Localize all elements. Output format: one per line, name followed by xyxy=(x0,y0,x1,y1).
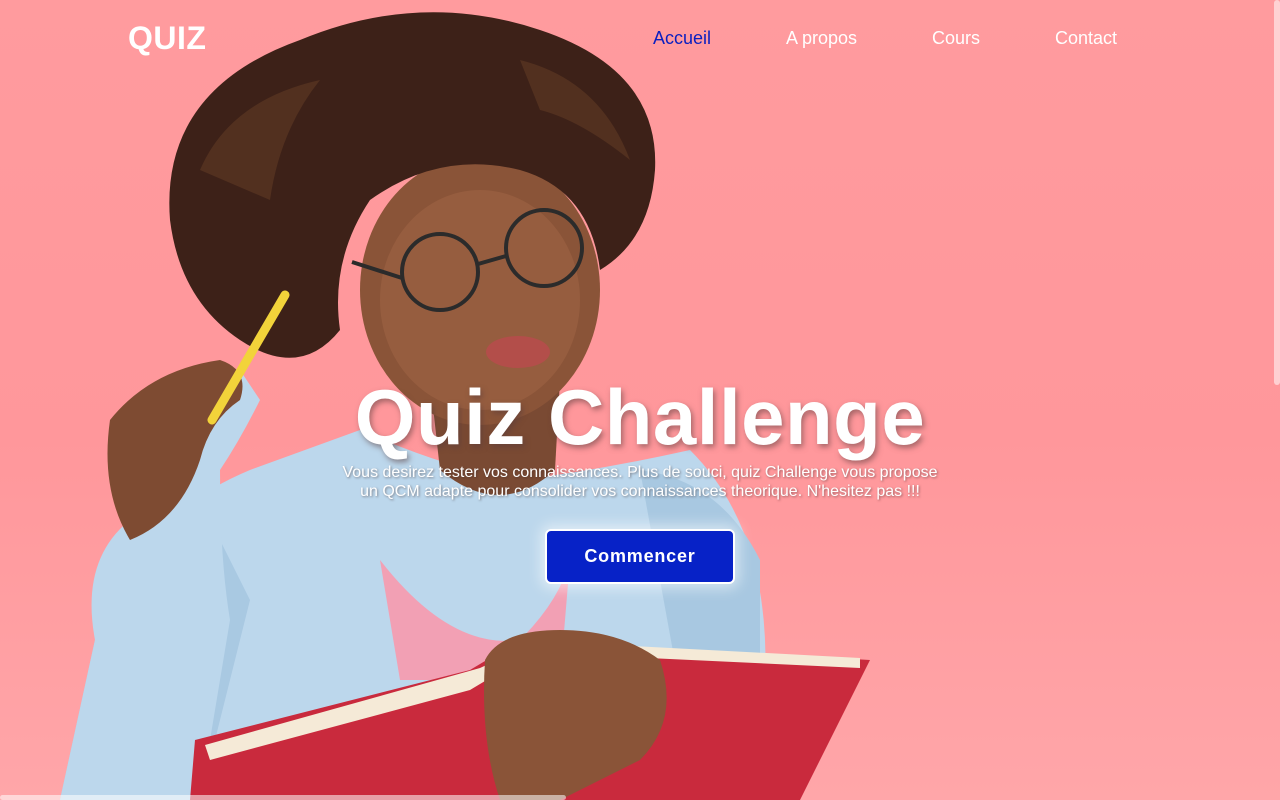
commencer-button[interactable]: Commencer xyxy=(545,529,735,584)
hero-subtitle-line-1: Vous desirez tester vos connaissances. P… xyxy=(342,464,938,481)
hero-subtitle: Vous desirez tester vos connaissances. P… xyxy=(340,463,940,501)
nav-link-accueil[interactable]: Accueil xyxy=(653,28,711,49)
hero-subtitle-line-2: un QCM adapte pour consolider vos connai… xyxy=(360,483,920,500)
nav-link-contact[interactable]: Contact xyxy=(1055,28,1117,49)
hero-title: Quiz Challenge xyxy=(354,373,926,461)
navbar: QUIZ Accueil A propos Cours Contact xyxy=(0,0,1280,78)
nav-link-cours[interactable]: Cours xyxy=(932,28,980,49)
hero-section: QUIZ Accueil A propos Cours Contact Quiz… xyxy=(0,0,1280,800)
nav-links: Accueil A propos Cours Contact xyxy=(0,28,1280,52)
horizontal-scrollbar[interactable] xyxy=(0,795,566,800)
vertical-scrollbar[interactable] xyxy=(1274,0,1280,385)
nav-link-a-propos[interactable]: A propos xyxy=(786,28,857,49)
